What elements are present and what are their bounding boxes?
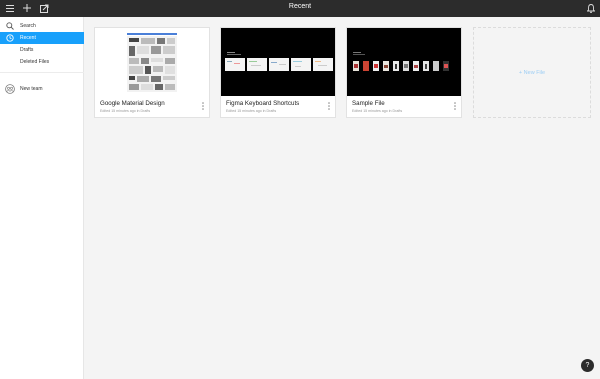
search-label: Search [20,23,36,29]
sidebar-item-label: Deleted Files [20,59,50,65]
sidebar-item-drafts[interactable]: Drafts [0,44,84,56]
new-team-label: New team [20,86,43,92]
sidebar-item-label: Recent [20,35,36,41]
page-title: Recent [288,3,312,10]
help-button[interactable]: ? [581,359,594,372]
sidebar-divider [0,72,84,73]
file-thumbnail [221,28,335,96]
file-thumbnail [95,28,209,96]
sidebar-item-recent[interactable]: Recent [0,32,84,44]
file-meta: Edited 15 minutes ago in Drafts [352,109,403,113]
file-name: Google Material Design [100,100,165,107]
sidebar-item-label: Drafts [20,47,34,53]
file-meta: Edited 15 minutes ago in Drafts [226,109,277,113]
file-card[interactable]: Google Material Design Edited 15 minutes… [94,27,210,118]
sidebar-item-deleted-files[interactable]: Deleted Files [0,56,84,68]
more-options-icon[interactable] [453,101,457,111]
file-name: Figma Keyboard Shortcuts [226,100,300,107]
more-options-icon[interactable] [327,101,331,111]
search-item[interactable]: Search [0,20,84,32]
more-options-icon[interactable] [201,101,205,111]
search-icon [6,22,14,30]
bell-icon[interactable] [585,2,597,14]
file-meta: Edited 15 minutes ago in Drafts [100,109,151,113]
sidebar: Search Recent Drafts Deleted Files New t… [0,17,84,379]
top-bar: Recent [0,0,600,17]
new-team-item[interactable]: New team [0,83,84,95]
file-browser: Google Material Design Edited 15 minutes… [85,17,600,379]
file-card[interactable]: Figma Keyboard Shortcuts Edited 15 minut… [220,27,336,118]
new-file-label: + New File [518,69,546,76]
file-card[interactable]: Sample File Edited 15 minutes ago in Dra… [346,27,462,118]
file-thumbnail [347,28,461,96]
clock-icon [6,34,14,42]
team-icon [5,84,15,94]
new-file-button[interactable]: + New File [473,27,591,118]
file-name: Sample File [352,100,385,107]
